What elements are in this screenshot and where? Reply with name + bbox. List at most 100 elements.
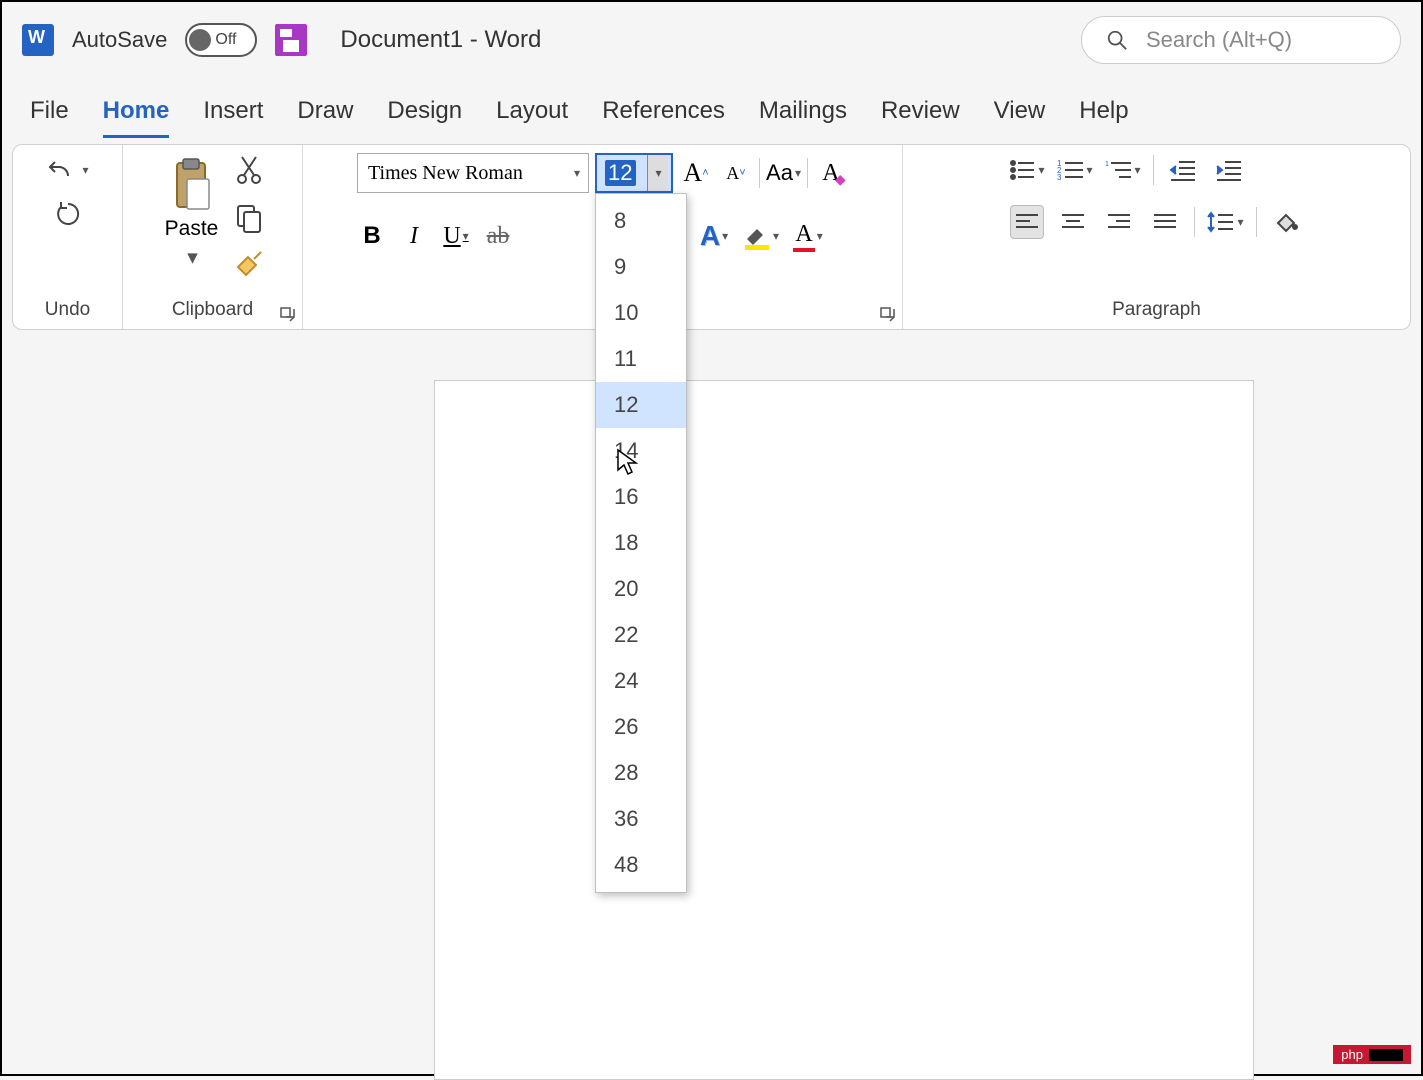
tab-mailings[interactable]: Mailings (759, 97, 847, 138)
font-size-option[interactable]: 9 (596, 244, 686, 290)
underline-label: U (443, 223, 460, 250)
cut-button[interactable] (232, 153, 266, 187)
chevron-down-icon: ▾ (656, 166, 662, 180)
font-size-option[interactable]: 12 (596, 382, 686, 428)
cursor-icon (616, 448, 638, 476)
align-center-button[interactable] (1056, 205, 1090, 239)
chevron-down-icon: ▾ (463, 229, 469, 244)
tab-home[interactable]: Home (103, 97, 170, 138)
search-placeholder: Search (Alt+Q) (1146, 27, 1292, 53)
svg-text:1: 1 (1105, 161, 1109, 168)
line-spacing-button[interactable]: ▾ (1207, 205, 1243, 239)
chevron-down-icon: ▾ (773, 229, 779, 243)
chevron-down-icon: ▾ (187, 245, 198, 270)
shading-button[interactable] (1269, 205, 1303, 239)
group-undo: ▾ Undo (13, 145, 123, 329)
italic-button[interactable]: I (399, 219, 429, 253)
bullets-button[interactable]: ▾ (1010, 153, 1044, 187)
watermark: php (1333, 1045, 1411, 1064)
font-size-option[interactable]: 28 (596, 750, 686, 796)
tab-layout[interactable]: Layout (496, 97, 568, 138)
tab-file[interactable]: File (30, 97, 69, 138)
chevron-down-icon: ▾ (574, 166, 580, 181)
font-size-option[interactable]: 48 (596, 842, 686, 888)
format-painter-button[interactable] (232, 249, 266, 283)
grow-font-button[interactable]: A˄ (679, 156, 713, 190)
document-title: Document1 - Word (340, 26, 541, 54)
group-label-paragraph: Paragraph (1112, 295, 1201, 325)
text-effects-button[interactable]: A ▾ (697, 219, 731, 253)
svg-text:3: 3 (1057, 173, 1062, 181)
font-size-select[interactable]: 12 ▾ (595, 153, 673, 193)
tab-insert[interactable]: Insert (203, 97, 263, 138)
word-logo-icon (22, 24, 54, 56)
bold-button[interactable]: B (357, 219, 387, 253)
font-size-option[interactable]: 22 (596, 612, 686, 658)
repeat-button[interactable] (51, 197, 85, 231)
font-size-option[interactable]: 8 (596, 198, 686, 244)
change-case-button[interactable]: Aa ▾ (766, 156, 801, 190)
font-size-option[interactable]: 20 (596, 566, 686, 612)
autosave-state: Off (215, 31, 236, 49)
decrease-indent-button[interactable] (1166, 153, 1200, 187)
save-icon[interactable] (275, 24, 307, 56)
document-page[interactable] (434, 380, 1254, 1080)
font-name-select[interactable]: Times New Roman ▾ (357, 153, 589, 193)
chevron-down-icon: ▾ (1087, 163, 1093, 177)
font-size-dropdown: 8910111214161820222426283648 (595, 193, 687, 893)
tab-view[interactable]: View (994, 97, 1046, 138)
font-size-option[interactable]: 10 (596, 290, 686, 336)
multilevel-list-button[interactable]: 1 ▾ (1105, 153, 1141, 187)
autosave-toggle[interactable]: Off (185, 23, 257, 57)
numbering-button[interactable]: 123 ▾ (1057, 153, 1093, 187)
font-size-option[interactable]: 36 (596, 796, 686, 842)
underline-button[interactable]: U ▾ (441, 219, 471, 253)
group-label-clipboard: Clipboard (172, 295, 253, 325)
chevron-down-icon: ▾ (1038, 163, 1044, 177)
chevron-down-icon: ▾ (817, 229, 823, 243)
chevron-down-icon: ▾ (1237, 215, 1243, 229)
toggle-knob-icon (189, 29, 211, 51)
shrink-font-button[interactable]: A˅ (719, 156, 753, 190)
font-size-option[interactable]: 16 (596, 474, 686, 520)
change-case-label: Aa (766, 160, 793, 186)
tab-references[interactable]: References (602, 97, 725, 138)
chevron-down-icon: ▾ (795, 166, 801, 180)
font-size-dropdown-button[interactable]: ▾ (647, 155, 667, 191)
justify-button[interactable] (1148, 205, 1182, 239)
font-size-option[interactable]: 24 (596, 658, 686, 704)
font-size-option[interactable]: 11 (596, 336, 686, 382)
font-launcher[interactable] (880, 307, 896, 323)
tab-review[interactable]: Review (881, 97, 960, 138)
font-color-label: A (793, 221, 814, 252)
search-box[interactable]: Search (Alt+Q) (1081, 16, 1401, 64)
font-size-option[interactable]: 14 (596, 428, 686, 474)
font-size-option[interactable]: 18 (596, 520, 686, 566)
align-right-button[interactable] (1102, 205, 1136, 239)
tab-design[interactable]: Design (387, 97, 462, 138)
clear-formatting-button[interactable]: A◆ (814, 156, 848, 190)
font-name-value: Times New Roman (368, 162, 523, 185)
font-size-option[interactable]: 26 (596, 704, 686, 750)
font-size-value: 12 (605, 160, 635, 186)
increase-indent-button[interactable] (1212, 153, 1246, 187)
chevron-down-icon: ▾ (1135, 163, 1141, 177)
clipboard-launcher[interactable] (280, 307, 296, 323)
group-label-undo: Undo (45, 295, 90, 325)
group-font: Times New Roman ▾ 12 ▾ 89101112141618202… (303, 145, 903, 329)
tab-help[interactable]: Help (1079, 97, 1128, 138)
group-clipboard: Paste ▾ Clipboard (123, 145, 303, 329)
font-color-button[interactable]: A ▾ (791, 219, 825, 253)
align-left-button[interactable] (1010, 205, 1044, 239)
chevron-down-icon: ▾ (82, 163, 88, 177)
copy-button[interactable] (232, 201, 266, 235)
text-effects-label: A (700, 220, 720, 252)
highlight-button[interactable]: ▾ (743, 219, 779, 253)
title-bar: AutoSave Off Document1 - Word Search (Al… (2, 2, 1421, 77)
undo-button[interactable]: ▾ (46, 153, 88, 187)
ribbon-tabs: File Home Insert Draw Design Layout Refe… (2, 77, 1421, 138)
tab-draw[interactable]: Draw (297, 97, 353, 138)
strikethrough-button[interactable]: ab (483, 219, 513, 253)
search-icon (1106, 29, 1128, 51)
paste-button[interactable]: Paste ▾ (159, 153, 225, 274)
